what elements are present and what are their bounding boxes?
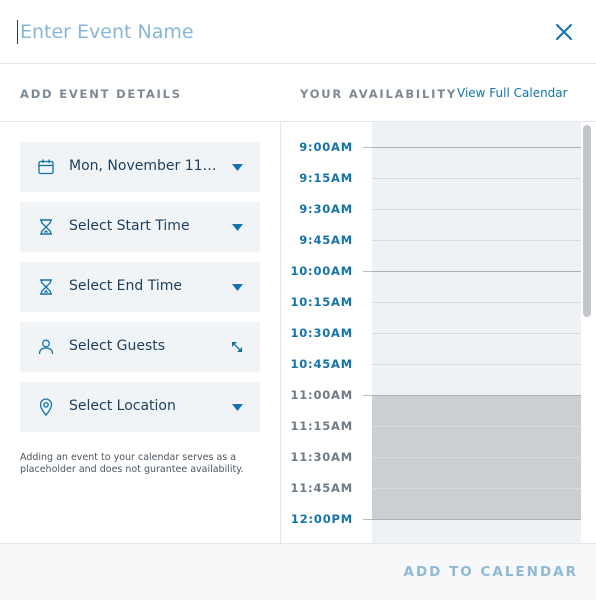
- person-icon: [38, 339, 54, 355]
- end-time-select-label: Select End Time: [69, 278, 182, 294]
- close-button[interactable]: [552, 20, 576, 44]
- time-labels-column: 9:00AM 9:15AM 9:30AM 9:45AM 10:00AM 10:15AM 10…: [281, 122, 372, 543]
- chevron-down-icon: [232, 224, 243, 231]
- quarter-gridline: [372, 209, 581, 210]
- availability-grid[interactable]: [372, 122, 581, 543]
- hour-gridline: [372, 147, 581, 148]
- hour-gridline: [372, 519, 581, 520]
- time-slot-label: 11:45AM: [290, 481, 353, 495]
- close-x-icon: [556, 24, 572, 40]
- hourglass-icon: [40, 219, 52, 235]
- date-select-label: Mon, November 11, 2019: [69, 158, 219, 174]
- quarter-gridline: [372, 364, 581, 365]
- add-to-calendar-button[interactable]: ADD TO CALENDAR: [398, 564, 578, 580]
- time-slot-label: 11:30AM: [290, 450, 353, 464]
- hourglass-icon: [40, 279, 52, 295]
- add-event-details-heading: ADD EVENT DETAILS: [20, 87, 182, 101]
- hour-tick: [363, 271, 372, 272]
- hour-gridline: [372, 271, 581, 272]
- quarter-gridline: [372, 240, 581, 241]
- chevron-down-icon: [232, 404, 243, 411]
- guests-select-label: Select Guests: [69, 338, 166, 354]
- hour-tick: [363, 395, 372, 396]
- quarter-gridline: [372, 302, 581, 303]
- your-availability-heading: YOUR AVAILABILITY: [300, 87, 457, 101]
- location-pin-icon: [39, 398, 53, 416]
- location-select[interactable]: Select Location: [20, 382, 260, 432]
- expand-arrows-icon: [232, 342, 242, 352]
- event-header: [0, 0, 596, 64]
- hour-gridline: [372, 395, 581, 396]
- quarter-gridline: [372, 488, 581, 489]
- availability-scrollbar[interactable]: [583, 125, 591, 317]
- view-full-calendar-link[interactable]: View Full Calendar: [457, 86, 568, 100]
- hour-tick: [363, 519, 372, 520]
- time-slot-label: 10:30AM: [290, 326, 353, 340]
- availability-disclaimer: Adding an event to your calendar serves …: [20, 452, 244, 475]
- time-slot-label: 10:00AM: [290, 264, 353, 278]
- chevron-down-icon: [232, 284, 243, 291]
- time-slot-label: 11:15AM: [290, 419, 353, 433]
- time-slot-label: 9:00AM: [299, 140, 353, 154]
- time-slot-label: 9:15AM: [299, 171, 353, 185]
- time-slot-label: 9:30AM: [299, 202, 353, 216]
- start-time-select[interactable]: Select Start Time: [20, 202, 260, 252]
- time-slot-label: 10:15AM: [290, 295, 353, 309]
- start-time-select-label: Select Start Time: [69, 218, 190, 234]
- end-time-select[interactable]: Select End Time: [20, 262, 260, 312]
- time-slot-label: 11:00AM: [290, 388, 353, 402]
- quarter-gridline: [372, 178, 581, 179]
- modal-footer: ADD TO CALENDAR: [0, 543, 596, 600]
- time-slot-label: 9:45AM: [299, 233, 353, 247]
- chevron-down-icon: [232, 164, 243, 171]
- hour-tick: [363, 147, 372, 148]
- quarter-gridline: [372, 457, 581, 458]
- quarter-gridline: [372, 426, 581, 427]
- time-slot-label: 12:00PM: [290, 512, 353, 526]
- text-caret: [17, 20, 18, 44]
- quarter-gridline: [372, 333, 581, 334]
- time-slot-label: 10:45AM: [290, 357, 353, 371]
- location-select-label: Select Location: [69, 398, 176, 414]
- calendar-icon: [38, 159, 54, 175]
- guests-select[interactable]: Select Guests: [20, 322, 260, 372]
- event-name-input[interactable]: [16, 14, 516, 50]
- date-select[interactable]: Mon, November 11, 2019: [20, 142, 260, 192]
